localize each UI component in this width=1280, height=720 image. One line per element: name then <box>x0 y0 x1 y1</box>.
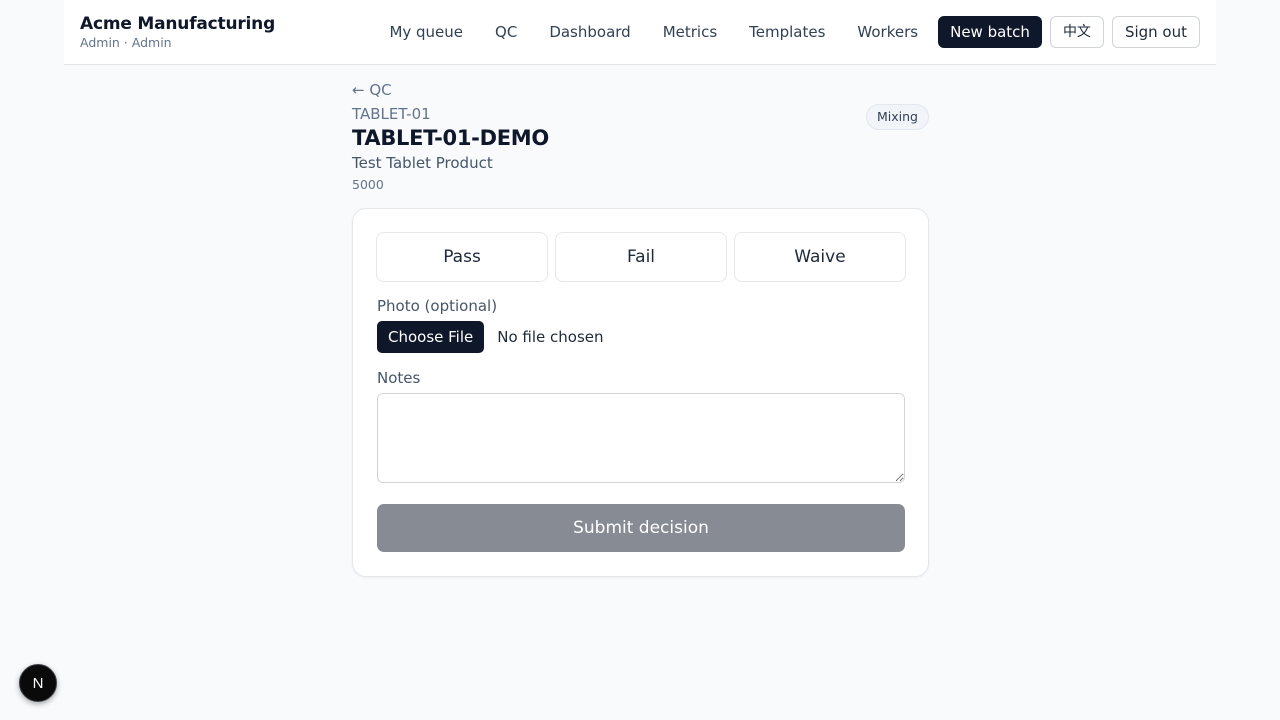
next-logo-letter: N <box>33 675 44 692</box>
file-status: No file chosen <box>497 328 604 346</box>
user-role: Admin · Admin <box>80 35 172 50</box>
nav-dashboard[interactable]: Dashboard <box>549 16 630 48</box>
product-name: Test Tablet Product <box>352 154 493 172</box>
nav-templates[interactable]: Templates <box>749 16 825 48</box>
qc-decision-card: Pass Fail Waive Photo (optional) Choose … <box>352 208 929 577</box>
page-title: TABLET-01-DEMO <box>352 126 549 150</box>
nav-metrics[interactable]: Metrics <box>663 16 717 48</box>
batch-detail: ← QC TABLET-01 TABLET-01-DEMO Test Table… <box>352 80 929 577</box>
batch-code: TABLET-01 <box>352 105 431 123</box>
back-to-qc-link[interactable]: ← QC <box>352 80 392 100</box>
photo-label: Photo (optional) <box>377 297 498 315</box>
nav-my-queue[interactable]: My queue <box>389 16 463 48</box>
submit-decision-button[interactable]: Submit decision <box>377 504 905 552</box>
photo-file-input: Choose File No file chosen <box>377 321 604 353</box>
notes-label: Notes <box>377 369 421 387</box>
notes-textarea[interactable] <box>377 393 905 483</box>
stage-badge: Mixing <box>866 104 929 130</box>
nav-qc[interactable]: QC <box>495 16 517 48</box>
top-header: Acme Manufacturing Admin · Admin My queu… <box>64 0 1216 65</box>
main-nav: My queue QC Dashboard Metrics Templates … <box>389 16 1200 48</box>
batch-quantity: 5000 <box>352 177 384 192</box>
nav-workers[interactable]: Workers <box>857 16 918 48</box>
sign-out-button[interactable]: Sign out <box>1111 16 1200 48</box>
choose-file-button[interactable]: Choose File <box>377 321 485 353</box>
waive-button[interactable]: Waive <box>734 232 906 282</box>
new-batch-button[interactable]: New batch <box>938 16 1042 48</box>
fail-button[interactable]: Fail <box>555 232 727 282</box>
brand-title: Acme Manufacturing <box>80 14 276 34</box>
next-logo-icon: N <box>33 675 44 692</box>
pass-button[interactable]: Pass <box>376 232 548 282</box>
language-toggle-button[interactable]: 中文 <box>1049 16 1104 48</box>
dev-tools-badge[interactable]: N <box>19 664 57 702</box>
brand: Acme Manufacturing Admin · Admin <box>80 13 275 51</box>
decision-options: Pass Fail Waive <box>376 232 906 282</box>
